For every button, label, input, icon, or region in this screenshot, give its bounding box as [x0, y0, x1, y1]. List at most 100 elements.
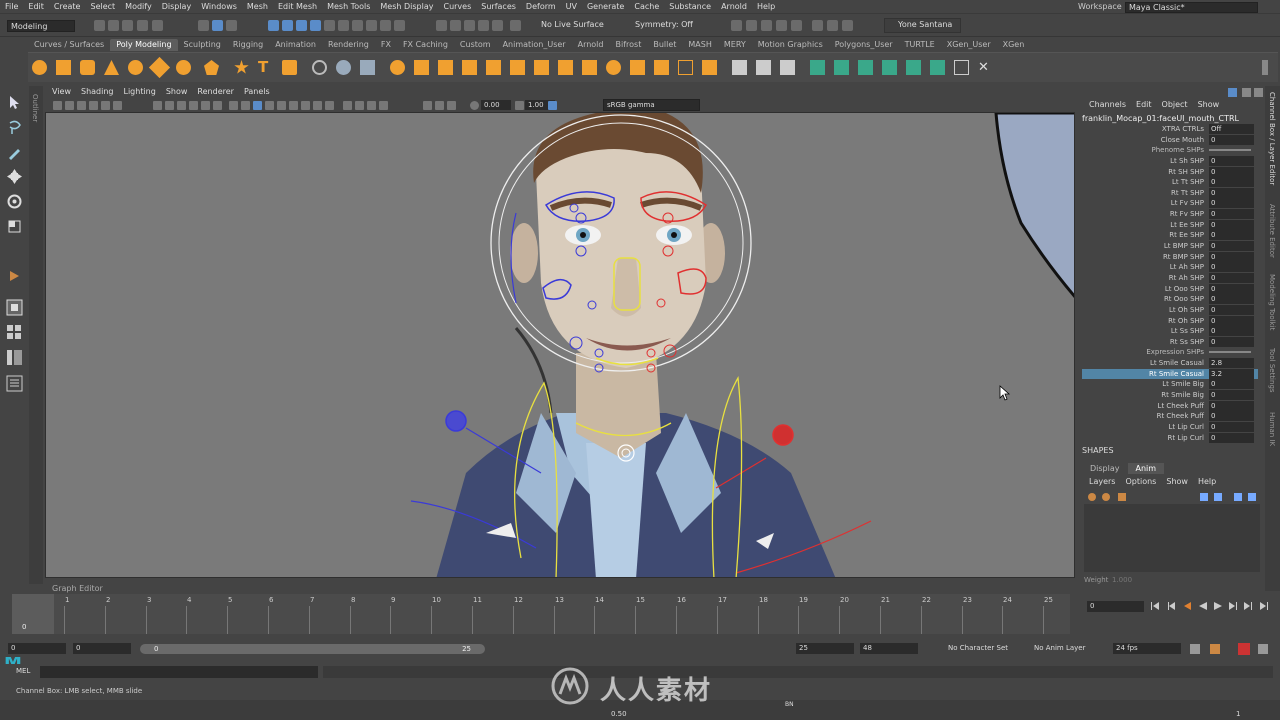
layer-tab-display[interactable]: Display — [1082, 463, 1128, 474]
layer-tab-anim[interactable]: Anim — [1127, 463, 1165, 474]
channel-label[interactable]: Rt Cheek Puff — [1157, 411, 1204, 421]
combine-icon[interactable] — [312, 60, 327, 75]
gamma-icon[interactable] — [435, 101, 444, 110]
menu-deform[interactable]: Deform — [521, 0, 561, 14]
bridge-icon[interactable] — [438, 60, 453, 75]
key-layer-icon[interactable] — [1102, 493, 1110, 501]
extrude-icon[interactable] — [414, 60, 429, 75]
offset-edge-loop-icon[interactable] — [654, 60, 669, 75]
lock-icon[interactable] — [394, 20, 405, 31]
step-forward-frame-icon[interactable] — [1228, 601, 1238, 611]
channel-value[interactable]: 0 — [1209, 219, 1254, 230]
tab-channel-box-layer-editor[interactable]: Channel Box / Layer Editor — [1268, 92, 1276, 185]
shelf-tab-animation[interactable]: Animation — [269, 39, 322, 51]
channel-value[interactable]: 0 — [1209, 251, 1254, 262]
select-camera-icon[interactable] — [53, 101, 62, 110]
channel-row[interactable]: Rt Ss SHP 0 — [1082, 336, 1258, 348]
channel-row[interactable]: Expression SHPs — [1082, 347, 1258, 358]
insert-edge-loop-icon[interactable] — [678, 60, 693, 75]
channel-row[interactable]: Rt Ah SHP 0 — [1082, 272, 1258, 284]
scene-end-field[interactable]: 48 — [860, 643, 918, 654]
range-slider[interactable]: 0 25 — [140, 644, 485, 654]
panel-menu-view[interactable]: View — [47, 86, 76, 98]
channel-value[interactable]: 0 — [1209, 241, 1254, 252]
playback-end-field[interactable]: 25 — [796, 643, 854, 654]
channel-row[interactable]: Rt Fv SHP 0 — [1082, 209, 1258, 220]
menu-help[interactable]: Help — [752, 0, 780, 14]
channel-box-toggle-icon[interactable] — [1228, 88, 1237, 97]
ambient-occlusion-icon[interactable] — [301, 101, 310, 110]
panel-menu-lighting[interactable]: Lighting — [118, 86, 160, 98]
render-frame-icon[interactable] — [492, 20, 503, 31]
channel-row[interactable]: Lt Tt SHP 0 — [1082, 177, 1258, 188]
snap-vertex-icon[interactable] — [338, 20, 349, 31]
menu-mesh[interactable]: Mesh — [242, 0, 273, 14]
snap-edge-icon[interactable] — [366, 20, 377, 31]
shelf-scroll-icon[interactable] — [1262, 60, 1268, 75]
tab-attribute-editor[interactable]: Attribute Editor — [1268, 204, 1276, 258]
textured-icon[interactable] — [265, 101, 274, 110]
weight-value[interactable]: 1.000 — [1112, 576, 1132, 584]
layer-list-area[interactable] — [1084, 504, 1260, 572]
menu-file[interactable]: File — [0, 0, 23, 14]
attribute-editor-toggle-icon[interactable] — [1242, 88, 1251, 97]
redo-icon[interactable] — [152, 20, 163, 31]
channel-value[interactable]: 0 — [1209, 177, 1254, 188]
render-current-icon[interactable] — [746, 20, 757, 31]
layer-menu-show[interactable]: Show — [1161, 477, 1193, 486]
menu-modify[interactable]: Modify — [120, 0, 157, 14]
channel-row[interactable]: Rt BMP SHP 0 — [1082, 251, 1258, 263]
channel-value[interactable]: Off — [1209, 124, 1254, 134]
isolate-select-icon[interactable] — [343, 101, 352, 110]
symmetry-field[interactable]: Symmetry: Off — [635, 20, 693, 29]
channel-value[interactable]: 2.8 — [1209, 358, 1254, 369]
smooth-icon[interactable] — [360, 60, 375, 75]
channel-row[interactable]: Lt Ee SHP 0 — [1082, 219, 1258, 231]
loop-icon[interactable] — [1190, 644, 1200, 654]
step-forward-key-icon[interactable] — [1243, 601, 1253, 611]
anti-aliasing-icon[interactable] — [325, 101, 334, 110]
mel-label[interactable]: MEL — [16, 667, 30, 675]
channel-menu-show[interactable]: Show — [1193, 100, 1225, 109]
channel-value[interactable]: 0 — [1209, 155, 1254, 166]
channel-label[interactable]: Expression SHPs — [1146, 347, 1204, 357]
menu-uv[interactable]: UV — [561, 0, 582, 14]
new-empty-layer-icon[interactable] — [1234, 493, 1242, 501]
channel-value[interactable]: 0 — [1209, 304, 1254, 315]
menu-windows[interactable]: Windows — [196, 0, 242, 14]
shelf-tab-bullet[interactable]: Bullet — [647, 39, 682, 51]
shelf-tab-sculpting[interactable]: Sculpting — [178, 39, 227, 51]
outliner-strip[interactable]: Outliner — [29, 86, 43, 584]
step-back-key-icon[interactable] — [1166, 601, 1176, 611]
make-hole-icon[interactable] — [534, 60, 549, 75]
menu-arnold[interactable]: Arnold — [716, 0, 752, 14]
layer-menu-options[interactable]: Options — [1120, 477, 1161, 486]
channel-label[interactable]: Lt Fv SHP — [1171, 198, 1204, 208]
gamma-dial-icon[interactable] — [515, 101, 524, 110]
channel-value[interactable] — [1209, 347, 1254, 357]
shelf-tab-fx[interactable]: FX — [375, 39, 397, 51]
history-icon[interactable] — [380, 20, 391, 31]
workspace-select[interactable]: Maya Classic* — [1125, 2, 1258, 13]
channel-value[interactable]: 0 — [1209, 432, 1254, 443]
channel-row[interactable]: Rt Smile Casual 3.2 — [1082, 368, 1258, 380]
current-frame-field[interactable]: 0 — [1087, 601, 1144, 612]
poly-platonic-icon[interactable] — [204, 60, 219, 75]
shelf-tab-xgen[interactable]: XGen — [997, 39, 1031, 51]
shelf-tab-poly-modeling[interactable]: Poly Modeling — [110, 39, 178, 51]
channel-label[interactable]: Phenome SHPs — [1152, 145, 1205, 155]
camera-attributes-icon[interactable] — [65, 101, 74, 110]
play-forwards-icon[interactable] — [1213, 601, 1223, 611]
channel-label[interactable]: Rt Ah SHP — [1169, 273, 1204, 283]
sew-uv-icon[interactable]: ✕ — [978, 60, 993, 75]
channel-row[interactable]: Lt Oh SHP 0 — [1082, 304, 1258, 316]
auto-key-icon[interactable] — [1210, 644, 1220, 654]
snap-view-icon[interactable] — [310, 20, 321, 31]
move-tool-icon[interactable] — [6, 168, 23, 185]
slide-edge-icon[interactable] — [756, 60, 771, 75]
channel-menu-object[interactable]: Object — [1157, 100, 1193, 109]
shapes-section-label[interactable]: SHAPES — [1082, 446, 1114, 455]
channel-label[interactable]: Rt Lip Curl — [1168, 433, 1205, 443]
channel-label[interactable]: Lt Ah SHP — [1170, 262, 1204, 272]
channel-value[interactable]: 3.2 — [1209, 368, 1254, 379]
